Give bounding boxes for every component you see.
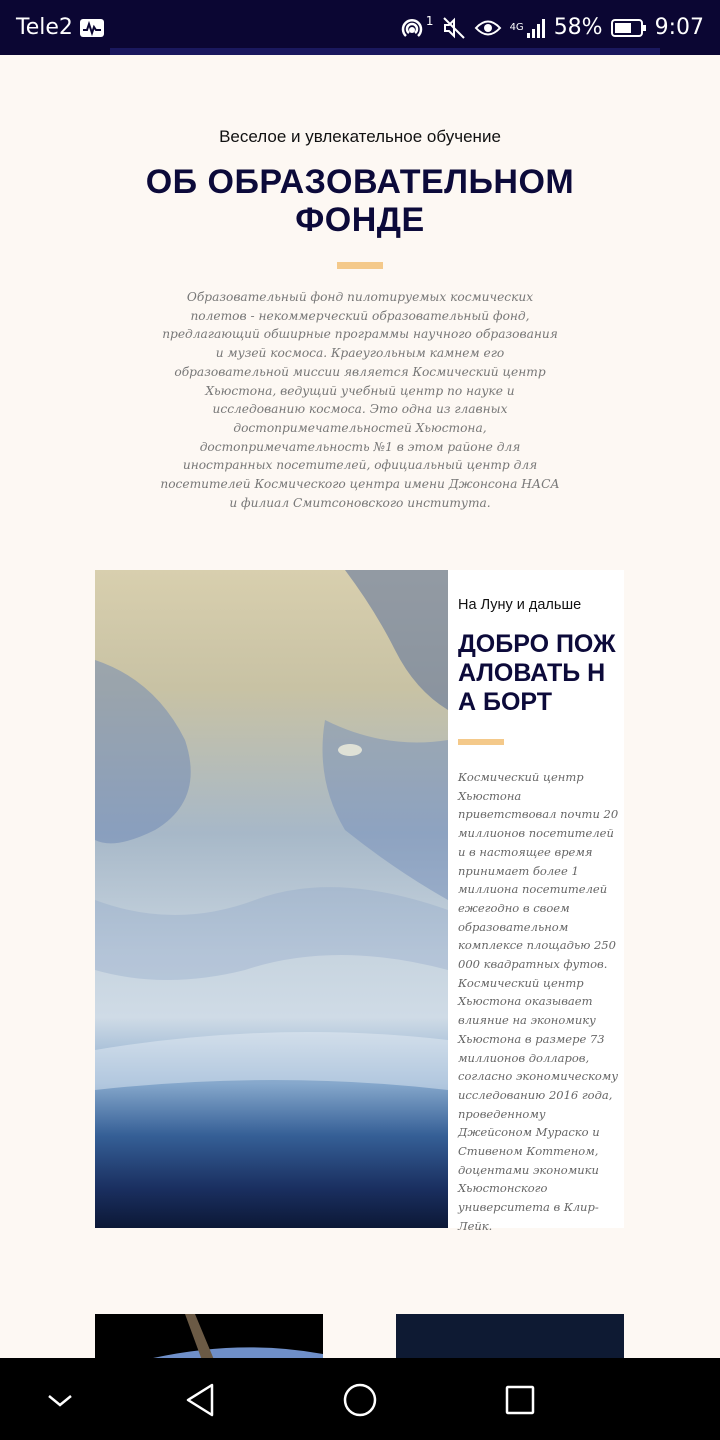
earth-from-space-photo xyxy=(95,570,448,1228)
about-eyebrow: Веселое и увлекательное обучение xyxy=(219,127,501,146)
page-content[interactable]: Веселое и увлекательное обучение ОБ ОБРА… xyxy=(0,55,720,1358)
welcome-accent-bar xyxy=(458,739,504,745)
status-bar: Tele2 1 4G 58% 9:07 xyxy=(0,0,720,55)
about-description: Образовательный фонд пилотируемых космич… xyxy=(160,290,560,510)
navigation-bar xyxy=(0,1358,720,1440)
back-chevron-icon[interactable] xyxy=(38,1378,82,1422)
about-title: ОБ ОБРАЗОВАТЕЛЬНОМ ФОНДЕ xyxy=(145,163,575,239)
about-accent-bar xyxy=(337,262,383,269)
recents-icon[interactable] xyxy=(498,1378,542,1422)
header-banner-edge xyxy=(110,48,660,55)
back-icon[interactable] xyxy=(178,1378,222,1422)
clock: 9:07 xyxy=(654,15,704,40)
welcome-card: На Луну и дальше ДОБРО ПОЖАЛОВАТЬ НА БОР… xyxy=(95,570,624,1233)
welcome-description: Космический центр Хьюстона приветствовал… xyxy=(458,770,619,1233)
activity-icon xyxy=(79,18,105,38)
eye-icon xyxy=(474,17,502,39)
battery-icon xyxy=(610,18,647,38)
welcome-eyebrow: На Луну и дальше xyxy=(458,597,582,613)
welcome-title: ДОБРО ПОЖАЛОВАТЬ НА БОРТ xyxy=(458,630,618,717)
mute-icon xyxy=(442,16,466,40)
welcome-title-text: ДОБРО ПОЖАЛОВАТЬ НА БОРТ xyxy=(458,630,616,716)
home-icon[interactable] xyxy=(338,1378,382,1422)
signal-icon xyxy=(526,17,546,39)
network-label: 4G xyxy=(509,21,524,33)
hotspot-count: 1 xyxy=(425,13,434,28)
thumbnail-shuttle-photo[interactable] xyxy=(95,1314,323,1358)
carrier-label: Tele2 xyxy=(16,15,73,40)
thumbnail-space-photo[interactable] xyxy=(396,1314,624,1358)
battery-percent: 58% xyxy=(553,15,603,40)
hotspot-icon xyxy=(400,16,426,40)
